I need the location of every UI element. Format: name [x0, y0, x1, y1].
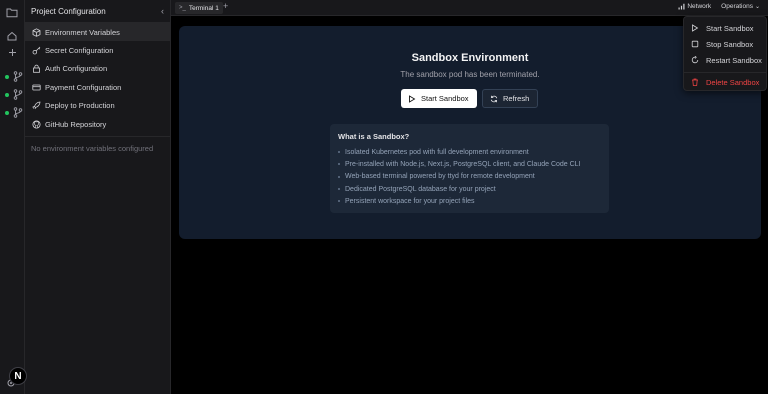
sidebar-item-label: Auth Configuration: [45, 64, 108, 74]
operations-menu: Start Sandbox Stop Sandbox Restart Sandb…: [683, 16, 767, 91]
github-icon: [31, 119, 41, 129]
credit-card-icon: [31, 82, 41, 92]
list-item: Persistent workspace for your project fi…: [338, 195, 601, 207]
sidebar-item-github-repository[interactable]: GitHub Repository: [25, 115, 170, 133]
lock-icon: [31, 64, 41, 74]
list-item: Web-based terminal powered by ttyd for r…: [338, 171, 601, 183]
menu-item-label: Start Sandbox: [706, 23, 754, 33]
play-icon: [690, 23, 700, 33]
user-avatar[interactable]: N: [9, 367, 27, 385]
folder-icon[interactable]: [5, 5, 19, 19]
network-icon: [678, 3, 685, 10]
sandbox-info-box: What is a Sandbox? Isolated Kubernetes p…: [330, 124, 609, 213]
list-item: Pre-installed with Node.js, Next.js, Pos…: [338, 158, 601, 170]
icon-rail: [0, 0, 25, 394]
sidebar-item-payment-configuration[interactable]: Payment Configuration: [25, 78, 170, 96]
network-button[interactable]: Network: [678, 3, 711, 10]
sidebar-item-label: Secret Configuration: [45, 46, 114, 56]
git-branch-icon: [13, 107, 23, 118]
git-branch-icon: [13, 71, 23, 82]
collapse-chevron-icon[interactable]: ‹: [161, 6, 164, 16]
box-icon: [31, 27, 41, 37]
menu-divider: [684, 72, 766, 73]
list-item: Dedicated PostgreSQL database for your p…: [338, 183, 601, 195]
start-sandbox-label: Start Sandbox: [421, 94, 469, 103]
sidebar-item-secret-configuration[interactable]: Secret Configuration: [25, 41, 170, 59]
key-icon: [31, 46, 41, 56]
operations-label: Operations: [721, 3, 753, 10]
terminal-tab-bar: >_ Terminal 1 + Network Operations ⌄: [171, 0, 768, 16]
status-dot: [5, 93, 9, 97]
start-sandbox-button[interactable]: Start Sandbox: [401, 89, 477, 108]
rocket-icon: [31, 101, 41, 111]
add-project-icon[interactable]: [5, 45, 19, 59]
info-list: Isolated Kubernetes pod with full develo…: [338, 146, 601, 207]
sidebar-item-label: GitHub Repository: [45, 119, 107, 129]
menu-item-restart-sandbox[interactable]: Restart Sandbox: [684, 53, 766, 67]
stop-icon: [690, 39, 700, 49]
refresh-button[interactable]: Refresh: [482, 89, 538, 108]
project-item[interactable]: [4, 89, 23, 101]
sidebar-item-label: Environment Variables: [45, 27, 120, 37]
menu-item-label: Delete Sandbox: [706, 77, 760, 87]
sidebar-item-environment-variables[interactable]: Environment Variables: [25, 23, 170, 42]
sidebar-item-deploy-to-production[interactable]: Deploy to Production: [25, 97, 170, 115]
add-tab-button[interactable]: +: [223, 1, 228, 11]
sidebar-title: Project Configuration: [31, 6, 106, 16]
refresh-label: Refresh: [503, 94, 530, 103]
status-message: The sandbox pod has been terminated.: [400, 70, 540, 79]
refresh-icon: [490, 95, 498, 102]
sandbox-card: Sandbox Environment The sandbox pod has …: [179, 26, 761, 239]
project-item[interactable]: [4, 107, 23, 119]
menu-item-stop-sandbox[interactable]: Stop Sandbox: [684, 37, 766, 51]
info-title: What is a Sandbox?: [338, 132, 410, 141]
tab-terminal-1[interactable]: >_ Terminal 1: [175, 2, 223, 14]
list-item: Isolated Kubernetes pod with full develo…: [338, 146, 601, 158]
status-dot: [5, 111, 9, 115]
tab-label: Terminal 1: [188, 4, 219, 12]
page-title: Sandbox Environment: [411, 52, 529, 64]
git-branch-icon: [13, 89, 23, 100]
trash-icon: [690, 77, 700, 87]
project-item[interactable]: [4, 71, 23, 83]
network-label: Network: [687, 3, 712, 10]
operations-dropdown[interactable]: Operations ⌄: [721, 3, 760, 10]
config-sidebar: Project Configuration ‹ Environment Vari…: [25, 0, 171, 394]
sidebar-item-label: Deploy to Production: [45, 101, 115, 111]
restart-icon: [690, 55, 700, 65]
sidebar-header: Project Configuration ‹: [25, 0, 170, 23]
status-dot: [5, 75, 9, 79]
chevron-down-icon: ⌄: [754, 4, 760, 10]
menu-item-label: Restart Sandbox: [706, 55, 762, 65]
menu-item-label: Stop Sandbox: [706, 39, 754, 49]
play-icon: [409, 94, 416, 103]
terminal-icon: >_: [179, 5, 186, 11]
sidebar-item-label: Payment Configuration: [45, 82, 122, 92]
empty-state-text: No environment variables configured: [31, 144, 154, 154]
menu-item-start-sandbox[interactable]: Start Sandbox: [684, 21, 766, 35]
sidebar-item-auth-configuration[interactable]: Auth Configuration: [25, 60, 170, 78]
home-icon[interactable]: [5, 29, 19, 43]
menu-item-delete-sandbox[interactable]: Delete Sandbox: [684, 75, 766, 89]
